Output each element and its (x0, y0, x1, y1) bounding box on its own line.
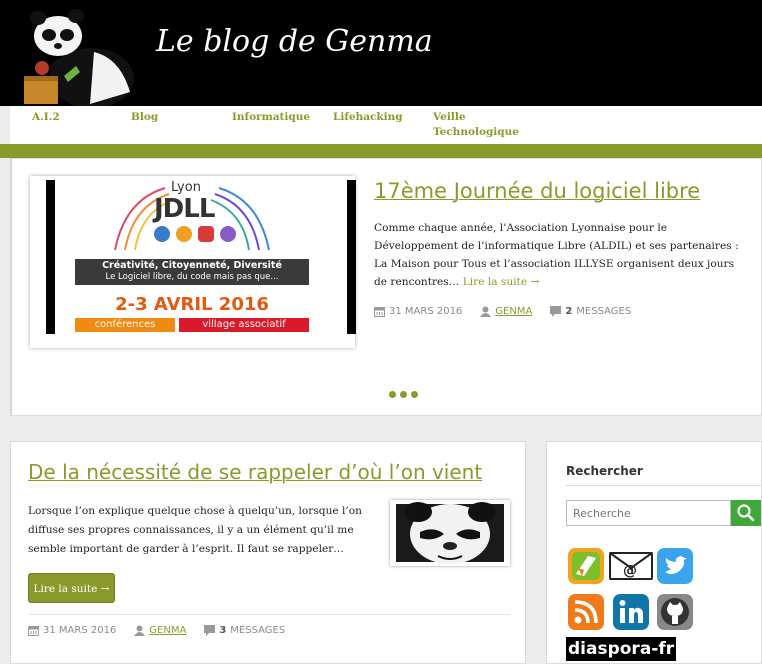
post-title-link[interactable]: De la nécessité de se rappeler d’où l’on… (28, 460, 482, 484)
sidebar: Rechercher @ (546, 441, 762, 664)
nav-item-veille-technologique[interactable]: Veille Technologique (433, 110, 523, 140)
rss-icon[interactable] (568, 594, 604, 630)
slide-comment-count[interactable]: 2 (565, 306, 572, 317)
comment-icon (204, 625, 216, 636)
poster-label-left: conférences (75, 318, 175, 332)
search-icon (737, 504, 755, 522)
post-date: 31 MARS 2016 (43, 625, 117, 636)
poster-shapes (154, 226, 236, 242)
slide-date: 31 MARS 2016 (389, 306, 463, 317)
slide-meta: 31 MARS 2016 GENMA 2 MESSAGES (374, 306, 631, 317)
poster-labels: conférences village associatif (75, 318, 309, 332)
search-heading: Rechercher (566, 464, 643, 478)
search-heading-divider (566, 485, 762, 486)
slide-read-more-link[interactable]: Lire la suite → (463, 276, 540, 288)
twitter-icon[interactable] (657, 548, 693, 584)
nav-item-lifehacking[interactable]: Lifehacking (333, 110, 403, 125)
slider-dot-1[interactable] (389, 391, 396, 398)
slider-dot-3[interactable] (411, 391, 418, 398)
nav-accent-bar (0, 144, 762, 158)
site-header: Le blog de Genma (0, 0, 762, 106)
slide-title-link[interactable]: 17ème Journée du logiciel libre (374, 179, 700, 203)
poster-label-right: village associatif (179, 318, 309, 332)
slide-excerpt: Comme chaque année, l’Association Lyonna… (374, 219, 746, 291)
diaspora-link[interactable]: diaspora-fr (566, 637, 676, 661)
slide-excerpt-text: Comme chaque année, l’Association Lyonna… (374, 222, 739, 288)
search-button[interactable] (731, 500, 761, 526)
main-nav: A.I.2 Blog Informatique Lifehacking Veil… (10, 106, 762, 144)
post-meta: 31 MARS 2016 GENMA 3 MESSAGES (28, 625, 285, 636)
panda-face-image (396, 502, 504, 564)
poster-city: Lyon (171, 180, 201, 195)
poster-tagline-box: Créativité, Citoyenneté, Diversité Le Lo… (75, 259, 309, 285)
poster-dates: 2-3 AVRIL 2016 (115, 294, 269, 315)
calendar-icon (28, 626, 39, 636)
slide-comment-label: MESSAGES (576, 306, 632, 317)
jabber-icon[interactable] (568, 548, 604, 584)
jdll-poster: Lyon JDLL Créativité, Citoyenneté, Diver… (46, 180, 356, 334)
post-comment-label: MESSAGES (230, 625, 286, 636)
github-icon[interactable] (657, 594, 693, 630)
user-icon (134, 625, 146, 636)
search-input[interactable] (566, 500, 731, 526)
poster-tagline-2: Le Logiciel libre, du code mais pas que.… (105, 272, 279, 282)
email-icon[interactable]: @ (609, 548, 653, 584)
post-card: De la nécessité de se rappeler d’où l’on… (10, 441, 526, 664)
post-thumbnail[interactable] (390, 500, 510, 566)
nav-item-ai2[interactable]: A.I.2 (32, 110, 60, 125)
post-excerpt: Lorsque l’on explique quelque chose à qu… (28, 505, 362, 555)
user-icon (480, 306, 492, 317)
calendar-icon (374, 307, 385, 317)
post-read-more-button[interactable]: Lire la suite → (28, 573, 115, 603)
post-author-link[interactable]: GENMA (149, 625, 186, 636)
slide-author-link[interactable]: GENMA (495, 306, 532, 317)
poster-logo: JDLL (154, 194, 215, 224)
slide-image[interactable]: Lyon JDLL Créativité, Citoyenneté, Diver… (30, 176, 356, 348)
post-divider (28, 614, 510, 615)
slider-pagination (389, 383, 422, 402)
post-comment-count[interactable]: 3 (219, 625, 226, 636)
linkedin-icon[interactable] (613, 594, 649, 630)
poster-tagline-1: Créativité, Citoyenneté, Diversité (102, 260, 282, 271)
featured-slider: Lyon JDLL Créativité, Citoyenneté, Diver… (10, 158, 762, 416)
nav-item-informatique[interactable]: Informatique (232, 110, 310, 125)
site-title[interactable]: Le blog de Genma (156, 24, 433, 59)
slider-dot-2[interactable] (400, 391, 407, 398)
panda-logo[interactable] (20, 6, 140, 106)
svg-text:@: @ (623, 563, 637, 579)
comment-icon (550, 306, 562, 317)
nav-item-blog[interactable]: Blog (131, 110, 158, 125)
